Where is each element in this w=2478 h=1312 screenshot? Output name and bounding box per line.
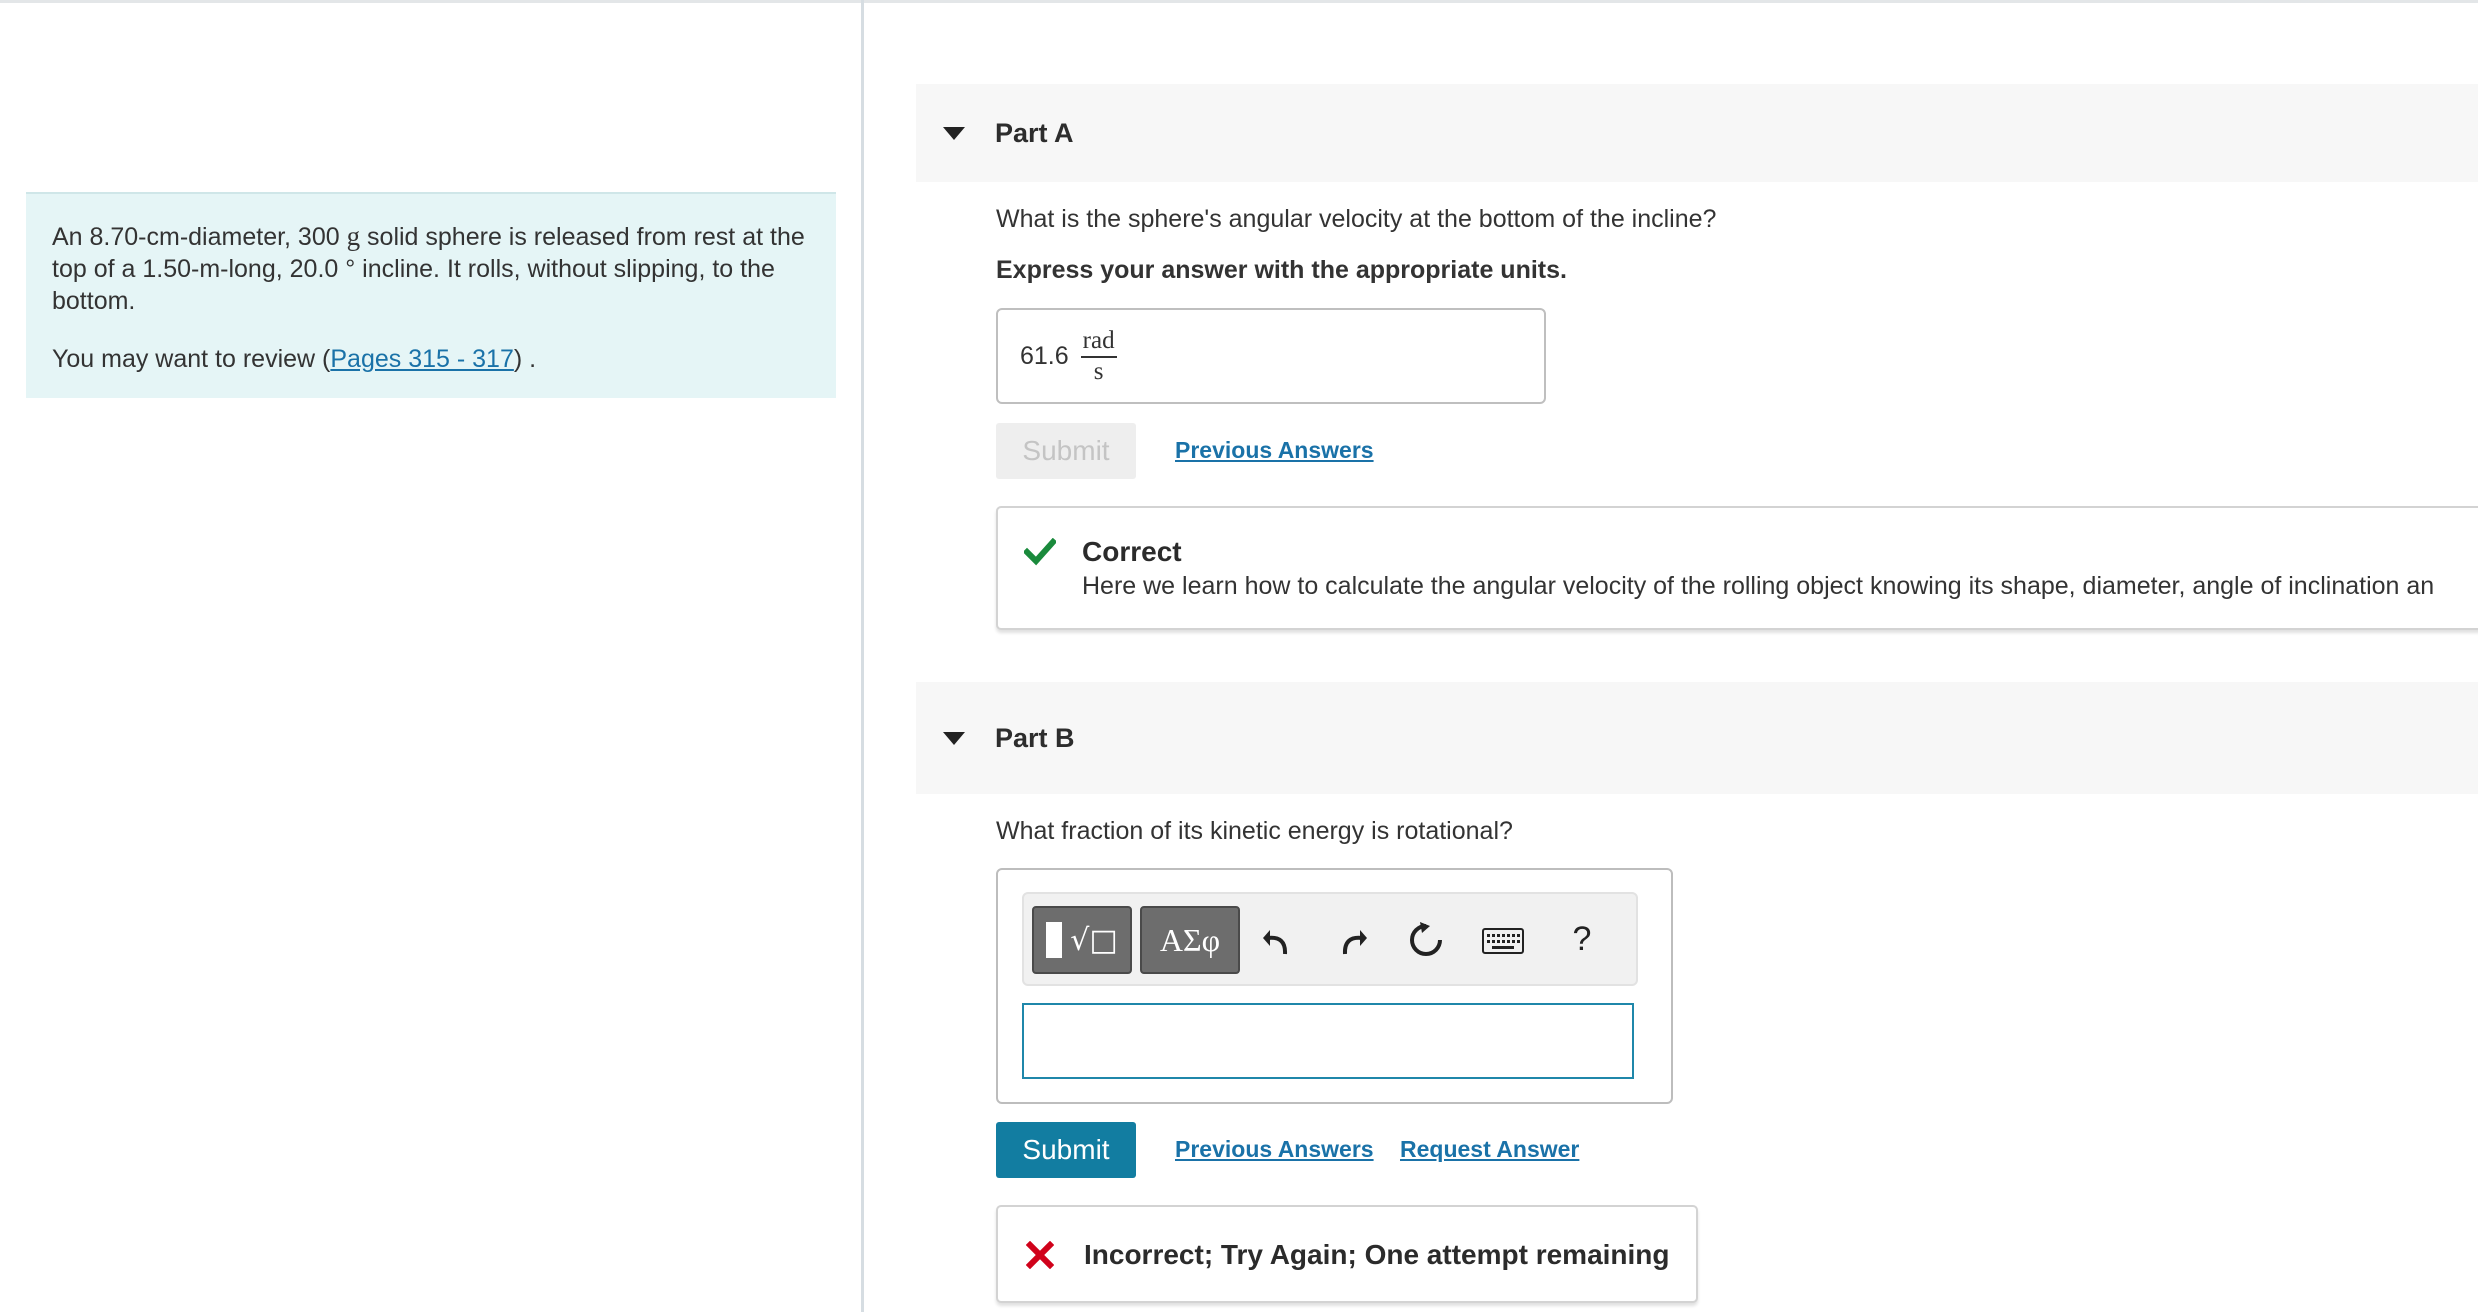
part-a-submit-button[interactable]: Submit — [996, 423, 1136, 479]
part-a-title: Part A — [995, 117, 1074, 148]
part-b-previous-answers-link[interactable]: Previous Answers — [1175, 1136, 1374, 1163]
reset-icon[interactable] — [1406, 920, 1446, 960]
part-b-title: Part B — [995, 722, 1075, 753]
radical-box-icon: √□ — [1070, 922, 1118, 958]
cursor-block-icon — [1046, 922, 1063, 958]
problem-text: An 8.70-cm-diameter, 300 g solid sphere … — [52, 221, 805, 315]
help-icon[interactable]: ? — [1562, 916, 1602, 962]
answer-value: 61.6 — [1020, 341, 1069, 370]
unit-denominator: s — [1093, 357, 1104, 385]
review-pages-link[interactable]: Pages 315 - 317 — [330, 345, 513, 373]
part-a-feedback-correct: Correct Here we learn how to calculate t… — [996, 506, 2478, 630]
checkmark-icon — [1024, 538, 1056, 566]
greek-symbols-icon: ΑΣφ — [1159, 921, 1221, 958]
part-a-instruction: Express your answer with the appropriate… — [996, 256, 1567, 284]
request-answer-link[interactable]: Request Answer — [1400, 1136, 1579, 1163]
templates-button[interactable]: √□ — [1032, 906, 1132, 974]
part-a-header[interactable]: Part A — [916, 84, 2478, 182]
part-b-feedback-incorrect: Incorrect; Try Again; One attempt remain… — [996, 1205, 1698, 1303]
part-a-previous-answers-link[interactable]: Previous Answers — [1175, 437, 1374, 464]
part-b-question: What fraction of its kinetic energy is r… — [996, 817, 1513, 845]
keyboard-icon[interactable] — [1482, 926, 1524, 956]
redo-icon[interactable] — [1334, 922, 1370, 958]
symbols-button[interactable]: ΑΣφ — [1140, 906, 1240, 974]
mass-unit: g — [346, 221, 361, 251]
top-rule — [0, 0, 2478, 3]
problem-statement-panel: An 8.70-cm-diameter, 300 g solid sphere … — [26, 192, 836, 398]
feedback-incorrect-text: Incorrect; Try Again; One attempt remain… — [1084, 1239, 1670, 1270]
incorrect-x-icon — [1026, 1241, 1054, 1269]
collapse-triangle-icon[interactable] — [943, 126, 965, 140]
part-b-submit-button[interactable]: Submit — [996, 1122, 1136, 1178]
part-a-answer-field[interactable]: 61.6 rad s — [996, 308, 1546, 404]
feedback-title-correct: Correct — [1082, 536, 1182, 567]
review-line: You may want to review (Pages 315 - 317)… — [52, 345, 537, 373]
part-a-question: What is the sphere's angular velocity at… — [996, 205, 1717, 233]
math-toolbar: √□ ΑΣφ ? — [1022, 892, 1638, 986]
part-b-header[interactable]: Part B — [916, 682, 2478, 794]
collapse-triangle-icon[interactable] — [943, 731, 965, 745]
answer-unit: rad s — [1080, 327, 1117, 385]
undo-icon[interactable] — [1260, 922, 1296, 958]
unit-numerator: rad — [1080, 327, 1117, 358]
feedback-explanation: Here we learn how to calculate the angul… — [1082, 572, 2435, 600]
part-b-answer-input[interactable] — [1022, 1003, 1634, 1079]
math-input-widget: √□ ΑΣφ ? — [996, 868, 1673, 1104]
column-divider — [861, 0, 864, 1312]
